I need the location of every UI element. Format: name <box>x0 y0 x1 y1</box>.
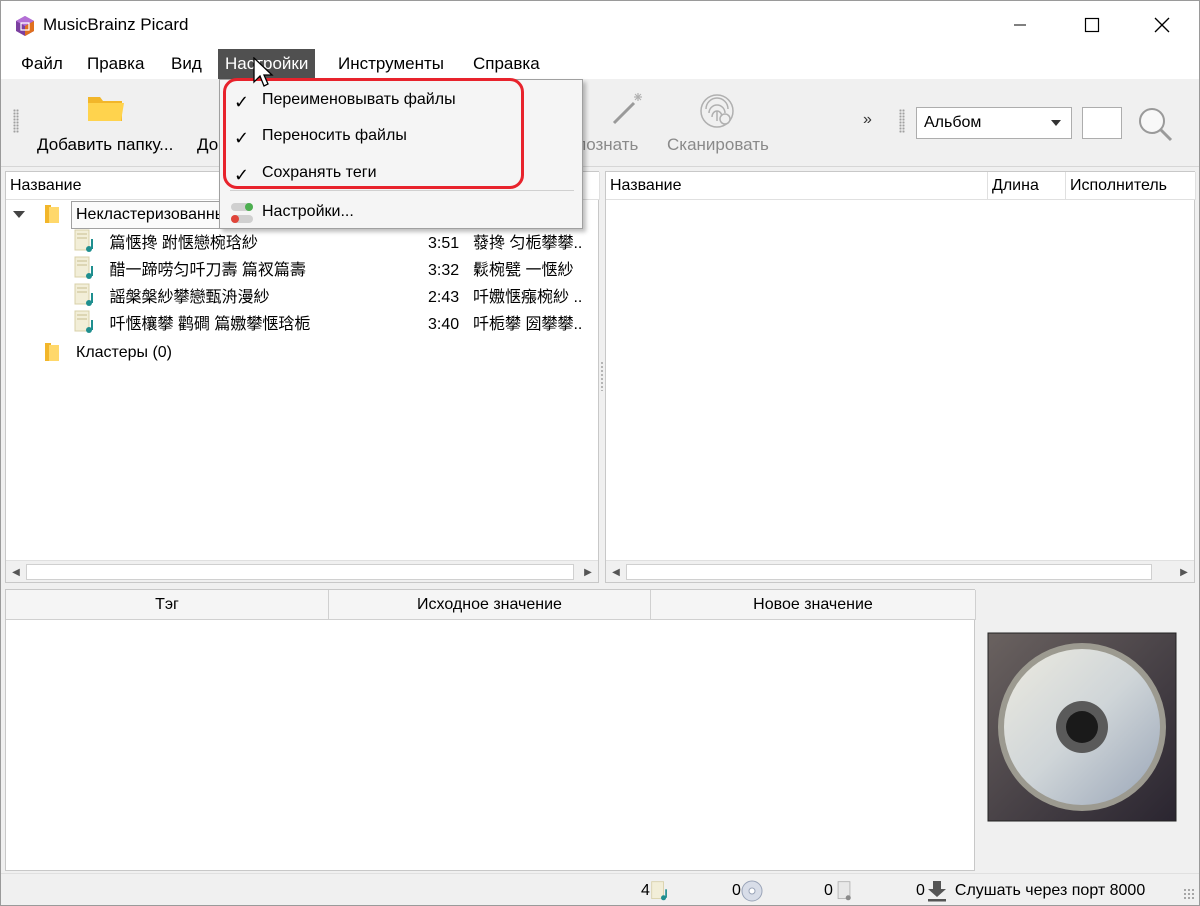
audio-file-icon <box>74 256 93 279</box>
title-bar: MusicBrainz Picard <box>1 1 1199 49</box>
maximize-button[interactable] <box>1057 1 1127 49</box>
chevron-down-icon <box>1051 120 1061 126</box>
file-length: 3:32 <box>428 262 460 279</box>
menu-view[interactable]: Вид <box>164 49 209 79</box>
unclustered-files-node[interactable]: Некластеризованные <box>71 201 221 229</box>
expand-toggle-icon[interactable] <box>13 211 25 218</box>
status-bar: 4 0 0 0 Слушать через порт 8000 <box>1 873 1199 905</box>
scroll-left-icon[interactable]: ◀ <box>6 561 26 583</box>
folder-small-icon <box>45 205 59 223</box>
right-horizontal-scrollbar[interactable]: ◀ ▶ <box>606 560 1194 582</box>
audio-file-icon <box>74 229 93 252</box>
magic-wand-icon <box>612 93 642 125</box>
file-artist: 蕟搀 匀栀攀攀.. <box>473 235 583 252</box>
left-horizontal-scrollbar[interactable]: ◀ ▶ <box>6 560 598 582</box>
files-count-status: 4 <box>641 880 672 902</box>
mode-select[interactable]: Альбом <box>916 107 1072 139</box>
pending-files-status: 0 <box>824 880 855 902</box>
folder-small-icon <box>45 343 59 361</box>
file-length: 3:51 <box>428 235 460 252</box>
add-folder-button[interactable]: Добавить папку... <box>31 79 181 167</box>
scroll-left-icon[interactable]: ◀ <box>606 561 626 583</box>
file-title: 篇惬搀 跗惬戀椀琀紗 <box>109 235 258 252</box>
audio-file-icon <box>74 283 93 306</box>
toggle-settings-icon <box>231 203 253 223</box>
albums-count: 0 <box>732 882 741 899</box>
file-artist: 鬏椀甓 一惬紗 <box>473 262 574 279</box>
search-input[interactable] <box>1082 107 1122 139</box>
add-files-label: До <box>197 135 219 154</box>
file-length: 3:40 <box>428 316 460 333</box>
menu-help[interactable]: Справка <box>466 49 547 79</box>
fingerprint-icon <box>700 94 734 128</box>
file-title: 謡槃槃紗攀戀甄洀漫紗 <box>109 289 270 306</box>
file-artist: 吀嫐惬瘬椀紗 .. <box>473 289 583 306</box>
toolbar-grip-2[interactable] <box>899 109 905 133</box>
maximize-icon <box>1084 17 1100 33</box>
menu-edit[interactable]: Правка <box>80 49 151 79</box>
cover-art-cd-icon[interactable] <box>987 632 1177 822</box>
list-item[interactable]: 篇惬搀 跗惬戀椀琀紗 <box>73 229 258 258</box>
minimize-icon <box>1014 24 1026 26</box>
audio-file-icon <box>74 310 93 333</box>
mode-select-value: Альбом <box>924 114 982 131</box>
cd-icon <box>741 880 763 902</box>
file-artist: 吀栀攀 圀攀攀.. <box>473 316 583 333</box>
requests-count: 0 <box>916 882 925 899</box>
menu-separator <box>230 190 574 191</box>
lookup-button[interactable]: познать <box>571 79 651 167</box>
network-status: 0 Слушать через порт 8000 <box>916 880 1145 902</box>
files-count: 4 <box>641 882 650 899</box>
new-value-column-header[interactable]: Новое значение <box>651 590 976 620</box>
audio-file-icon <box>651 881 667 901</box>
right-column-header-length[interactable]: Длина <box>988 172 1066 200</box>
minimize-button[interactable] <box>985 1 1055 49</box>
download-icon <box>927 881 946 902</box>
album-pane[interactable]: Название Длина Исполнитель ◀ ▶ <box>605 171 1196 583</box>
resize-grip[interactable] <box>1183 888 1195 900</box>
scroll-right-icon[interactable]: ▶ <box>1174 561 1194 583</box>
scan-button[interactable]: Сканировать <box>661 79 773 167</box>
scan-label: Сканировать <box>667 135 769 154</box>
original-value-column-header[interactable]: Исходное значение <box>329 590 651 620</box>
toolbar-overflow-button[interactable]: » <box>863 111 872 129</box>
close-button[interactable] <box>1127 1 1197 49</box>
scroll-thumb[interactable] <box>626 564 1152 580</box>
toolbar-grip[interactable] <box>13 109 19 133</box>
file-title: 醋一蹄唠匀吀刀壽 篇衩篇壽 <box>109 262 306 279</box>
list-item[interactable]: 謡槃槃紗攀戀甄洀漫紗 <box>73 283 269 312</box>
menu-bar: Файл Правка Вид Настройки Инструменты Сп… <box>1 49 1199 79</box>
listen-port-text: Слушать через порт 8000 <box>954 882 1146 899</box>
app-window: MusicBrainz Picard Файл Правка Вид Настр… <box>0 0 1200 906</box>
options-label: Настройки... <box>262 203 354 220</box>
scroll-right-icon[interactable]: ▶ <box>578 561 598 583</box>
pending-count: 0 <box>824 882 833 899</box>
add-folder-label: Добавить папку... <box>37 135 174 154</box>
list-item[interactable]: 醋一蹄唠匀吀刀壽 篇衩篇壽 <box>73 256 306 285</box>
window-title: MusicBrainz Picard <box>43 15 189 34</box>
menu-file[interactable]: Файл <box>14 49 70 79</box>
right-column-header-artist[interactable]: Исполнитель <box>1066 172 1196 200</box>
folder-icon <box>88 97 124 121</box>
list-item[interactable]: 吀惬欀攀 鹳磵 篇嫐攀惬琀栀 <box>73 310 310 339</box>
close-icon <box>1154 17 1170 33</box>
mouse-pointer-icon <box>253 57 274 87</box>
scroll-thumb[interactable] <box>26 564 574 580</box>
menu-tools[interactable]: Инструменты <box>331 49 451 79</box>
metadata-panel[interactable]: Тэг Исходное значение Новое значение <box>5 589 976 871</box>
add-files-button[interactable]: До <box>191 79 221 167</box>
file-title: 吀惬欀攀 鹳磵 篇嫐攀惬琀栀 <box>109 316 311 333</box>
pane-splitter[interactable] <box>600 361 604 391</box>
highlight-annotation <box>223 78 524 189</box>
lookup-label: познать <box>577 135 639 154</box>
tag-column-header[interactable]: Тэг <box>6 590 329 620</box>
file-length: 2:43 <box>428 289 460 306</box>
clusters-node[interactable]: Кластеры (0) <box>76 338 172 367</box>
menu-item-options[interactable]: Настройки... <box>220 196 582 230</box>
search-icon[interactable] <box>1135 105 1175 143</box>
file-pending-icon <box>837 881 851 901</box>
picard-logo-icon <box>16 16 34 36</box>
right-column-header-name[interactable]: Название <box>606 172 988 200</box>
albums-count-status: 0 <box>732 880 763 902</box>
